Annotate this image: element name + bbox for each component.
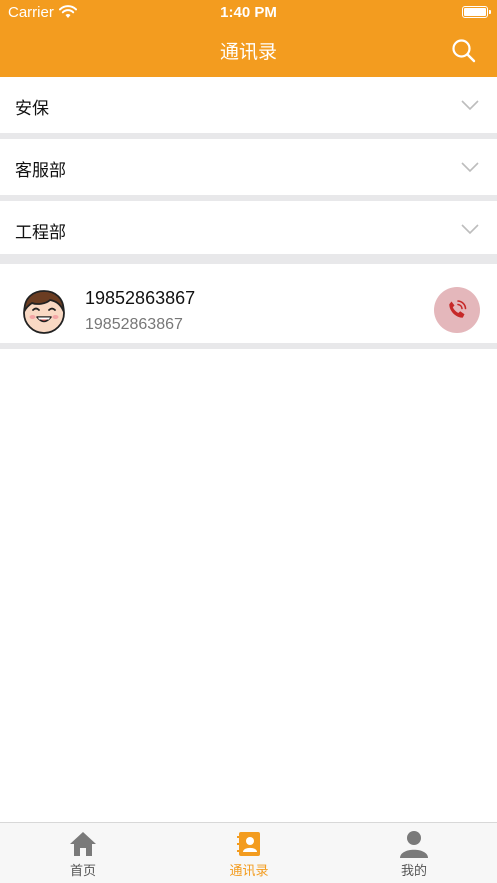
chevron-down-icon bbox=[461, 224, 479, 235]
status-bar: Carrier 1:40 PM bbox=[0, 0, 497, 26]
department-row-engineering[interactable]: 工程部 bbox=[0, 201, 497, 264]
call-button[interactable] bbox=[434, 287, 480, 333]
chevron-down-icon bbox=[461, 162, 479, 173]
home-icon bbox=[70, 832, 96, 856]
contact-row[interactable]: 19852863867 19852863867 bbox=[0, 271, 497, 349]
status-time: 1:40 PM bbox=[220, 4, 277, 21]
contact-name: 19852863867 bbox=[85, 288, 196, 308]
search-icon bbox=[452, 39, 476, 63]
chevron-down-icon bbox=[461, 100, 479, 111]
tab-label: 通讯录 bbox=[229, 864, 269, 879]
tab-label: 我的 bbox=[400, 864, 427, 879]
contacts-icon bbox=[237, 832, 260, 856]
page-title: 通讯录 bbox=[219, 41, 277, 63]
tab-contacts[interactable]: 通讯录 bbox=[166, 823, 332, 883]
avatar bbox=[23, 290, 65, 334]
tab-bar: 首页 通讯录 我的 bbox=[0, 822, 497, 883]
tab-label: 首页 bbox=[69, 864, 96, 879]
user-icon bbox=[400, 831, 428, 858]
tab-me[interactable]: 我的 bbox=[331, 823, 497, 883]
tab-home[interactable]: 首页 bbox=[0, 823, 166, 883]
department-label: 客服部 bbox=[15, 161, 66, 181]
battery-icon bbox=[462, 6, 491, 18]
contact-phone: 19852863867 bbox=[85, 316, 183, 333]
search-button[interactable] bbox=[451, 38, 477, 64]
department-label: 工程部 bbox=[15, 223, 66, 243]
department-row-security[interactable]: 安保 bbox=[0, 77, 497, 139]
department-label: 安保 bbox=[15, 99, 49, 119]
department-row-customer-service[interactable]: 客服部 bbox=[0, 139, 497, 201]
phone-icon bbox=[449, 300, 467, 318]
department-list: 安保 客服部 工程部 bbox=[0, 77, 497, 264]
header: Carrier 1:40 PM 通讯录 bbox=[0, 0, 497, 77]
